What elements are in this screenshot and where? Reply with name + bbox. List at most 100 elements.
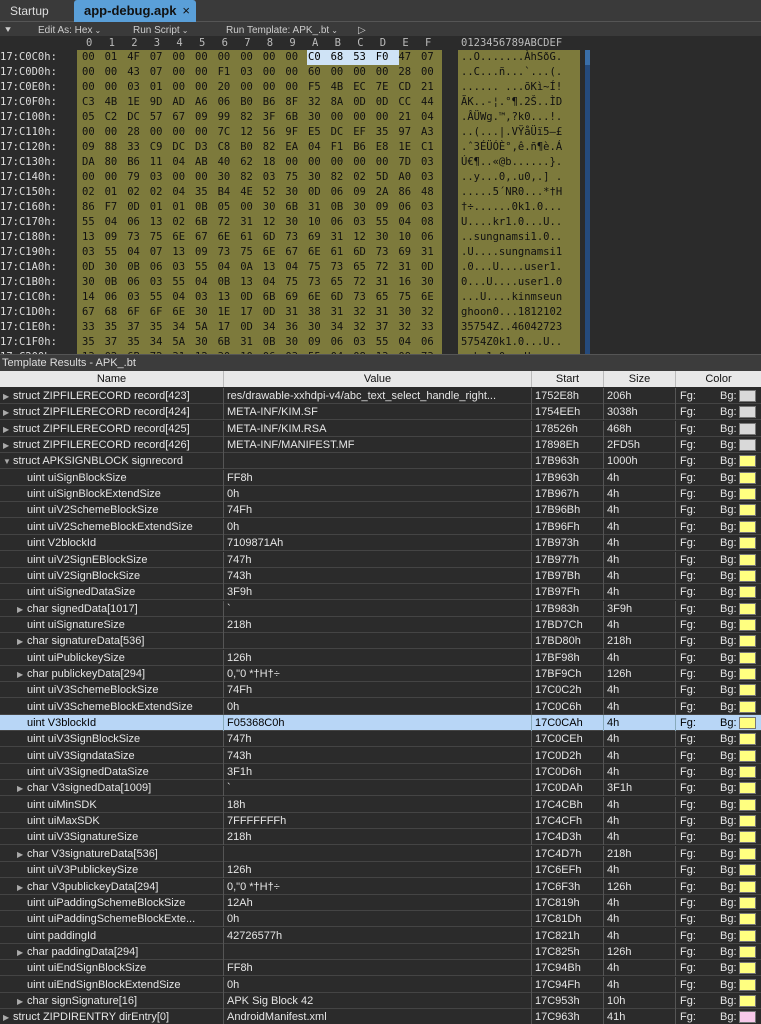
hex-byte[interactable]: 47: [398, 51, 411, 63]
hex-byte[interactable]: 55: [150, 291, 163, 303]
table-row[interactable]: ▶ char V3signedData[1009] ` 17C0DAh 3F1h Fg: B…: [0, 780, 761, 797]
pin-icon[interactable]: ⯆: [4, 25, 12, 36]
hex-bytes[interactable]: 14 06 03 55 04 03 13 0D 6B 69 6E 6D 73 65 75 6E: [77, 290, 442, 305]
hex-row[interactable]: 17:C1F0h: 35 37 35 34 5A 30 6B 31 0B 30 09 06 03 55 04 0…: [0, 335, 761, 350]
hex-byte[interactable]: 00: [263, 51, 276, 63]
hex-byte[interactable]: 6B: [195, 216, 208, 228]
hex-byte[interactable]: 12: [240, 126, 253, 138]
hex-byte[interactable]: 35: [376, 126, 389, 138]
hex-byte[interactable]: DC: [127, 111, 140, 123]
hex-bytes[interactable]: 55 04 06 13 02 6B 72 31 12 30 10 06 03 55 04 08: [77, 215, 442, 230]
hex-byte[interactable]: 31: [308, 201, 321, 213]
close-icon[interactable]: ×: [182, 0, 190, 22]
hex-byte[interactable]: 69: [285, 291, 298, 303]
bg-color-swatch[interactable]: [739, 471, 756, 484]
table-row[interactable]: uint uiV3SigndataSize 743h 17C0D2h 4h Fg: Bg:: [0, 747, 761, 764]
run-script-menu[interactable]: Run Script ⌄: [133, 25, 188, 36]
hex-byte[interactable]: 28: [398, 66, 411, 78]
hex-byte[interactable]: 07: [421, 51, 434, 63]
hex-byte[interactable]: 00: [195, 126, 208, 138]
hex-bytes[interactable]: 02 01 02 02 04 35 B4 4E 52 30 0D 06 09 2A 86 48: [77, 185, 442, 200]
hex-row[interactable]: 17:C140h: 00 00 79 03 00 00 30 82 03 75 30 82 02 5D A0 0…: [0, 170, 761, 185]
hex-byte[interactable]: 06: [105, 291, 118, 303]
table-row[interactable]: uint V3blockId F05368C0h 17C0CAh 4h Fg: Bg:: [0, 715, 761, 731]
hex-byte[interactable]: 31: [398, 261, 411, 273]
ascii-pane[interactable]: †÷......0k1.0...: [458, 200, 580, 215]
hex-byte[interactable]: 35: [127, 336, 140, 348]
hex-byte[interactable]: 0B: [105, 276, 118, 288]
hex-byte[interactable]: 06: [127, 276, 140, 288]
hex-byte[interactable]: 44: [421, 96, 434, 108]
hex-row[interactable]: 17:C1D0h: 67 68 6F 6F 6E 30 1E 17 0D 31 38 31 32 31 30 3…: [0, 305, 761, 320]
hex-byte[interactable]: 6F: [127, 306, 140, 318]
table-row[interactable]: ▶ struct ZIPFILERECORD record[426] META-IN…: [0, 437, 761, 454]
hex-byte[interactable]: 09: [195, 111, 208, 123]
hex-byte[interactable]: 30: [353, 201, 366, 213]
bg-color-swatch[interactable]: [739, 537, 756, 550]
bg-color-swatch[interactable]: [739, 553, 756, 566]
hex-byte[interactable]: 6E: [421, 291, 434, 303]
hex-byte[interactable]: D3: [195, 141, 208, 153]
hex-byte[interactable]: 34: [172, 321, 185, 333]
collapse-triangle-icon[interactable]: ▼: [3, 454, 13, 469]
hex-byte[interactable]: 00: [421, 66, 434, 78]
bg-color-swatch[interactable]: [739, 864, 756, 877]
hex-byte[interactable]: 01: [172, 201, 185, 213]
hex-byte[interactable]: 03: [127, 81, 140, 93]
hex-byte[interactable]: E5: [308, 126, 321, 138]
bg-color-swatch[interactable]: [739, 945, 756, 958]
hex-byte[interactable]: 0D: [127, 201, 140, 213]
hex-byte[interactable]: 06: [127, 216, 140, 228]
hex-byte[interactable]: 60: [308, 66, 321, 78]
hex-byte[interactable]: 04: [308, 141, 321, 153]
hex-byte[interactable]: 00: [285, 51, 298, 63]
ascii-pane[interactable]: .0...U....user1.: [458, 260, 580, 275]
hex-byte[interactable]: 10: [308, 216, 321, 228]
hex-byte[interactable]: 35: [105, 321, 118, 333]
hex-byte[interactable]: 31: [331, 231, 344, 243]
table-row[interactable]: uint uiV3PublickeySize 126h 17C6EFh 4h Fg: Bg…: [0, 862, 761, 879]
hex-byte[interactable]: 03: [127, 291, 140, 303]
hex-byte[interactable]: 04: [263, 276, 276, 288]
hex-byte[interactable]: 18: [263, 156, 276, 168]
hex-byte[interactable]: 00: [353, 156, 366, 168]
hex-byte[interactable]: 31: [240, 216, 253, 228]
hex-byte[interactable]: 8F: [285, 96, 298, 108]
hex-byte[interactable]: CC: [398, 96, 411, 108]
hex-row[interactable]: 17:C0F0h: C3 4B 1E 9D AD A6 06 B0 B6 8F 32 8A 0D 0D CC 4…: [0, 95, 761, 110]
table-row[interactable]: uint uiPaddingSchemeBlockSize 12Ah 17C819h…: [0, 894, 761, 911]
hex-byte[interactable]: 00: [172, 126, 185, 138]
hex-byte[interactable]: 3F: [263, 111, 276, 123]
hex-byte[interactable]: 73: [127, 231, 140, 243]
hex-bytes[interactable]: 33 35 37 35 34 5A 17 0D 34 36 30 34 32 37 32 33: [77, 320, 442, 335]
hex-byte[interactable]: 82: [263, 141, 276, 153]
hex-byte[interactable]: 00: [82, 51, 95, 63]
hex-byte[interactable]: 00: [308, 156, 321, 168]
hex-byte[interactable]: EF: [353, 126, 366, 138]
hex-byte[interactable]: 00: [218, 51, 231, 63]
hex-byte[interactable]: 0B: [195, 201, 208, 213]
hex-byte[interactable]: 30: [285, 336, 298, 348]
hex-bytes[interactable]: 30 0B 06 03 55 04 0B 13 04 75 73 65 72 31 16 30: [77, 275, 442, 290]
bg-color-swatch[interactable]: [739, 422, 756, 435]
table-row[interactable]: ▶ char signedData[1017] ` 17B983h 3F9h Fg: Bg:: [0, 600, 761, 617]
hex-byte[interactable]: 7C: [218, 126, 231, 138]
bg-color-swatch[interactable]: [739, 618, 756, 631]
hex-byte[interactable]: 13: [240, 276, 253, 288]
hex-byte[interactable]: 55: [195, 261, 208, 273]
hex-byte[interactable]: F1: [218, 66, 231, 78]
expand-triangle-icon[interactable]: ▶: [17, 781, 27, 796]
hex-byte[interactable]: 00: [105, 171, 118, 183]
hex-bytes[interactable]: 35 37 35 34 5A 30 6B 31 0B 30 09 06 03 55 04 06: [77, 335, 442, 350]
hex-byte[interactable]: B6: [127, 156, 140, 168]
hex-byte[interactable]: DA: [82, 156, 95, 168]
hex-byte[interactable]: 03: [240, 66, 253, 78]
hex-row[interactable]: 17:C0C0h: 00 01 4F 07 00 00 00 00 00 00 C0 68 53 F0 47 0…: [0, 50, 761, 65]
hex-byte[interactable]: 04: [398, 216, 411, 228]
table-row[interactable]: uint uiPaddingSchemeBlockExte... 0h 17C81D…: [0, 911, 761, 928]
hex-byte[interactable]: 99: [218, 111, 231, 123]
hex-byte[interactable]: A0: [398, 171, 411, 183]
hex-byte[interactable]: 75: [150, 231, 163, 243]
hex-byte[interactable]: 02: [127, 186, 140, 198]
bg-color-swatch[interactable]: [739, 390, 756, 402]
